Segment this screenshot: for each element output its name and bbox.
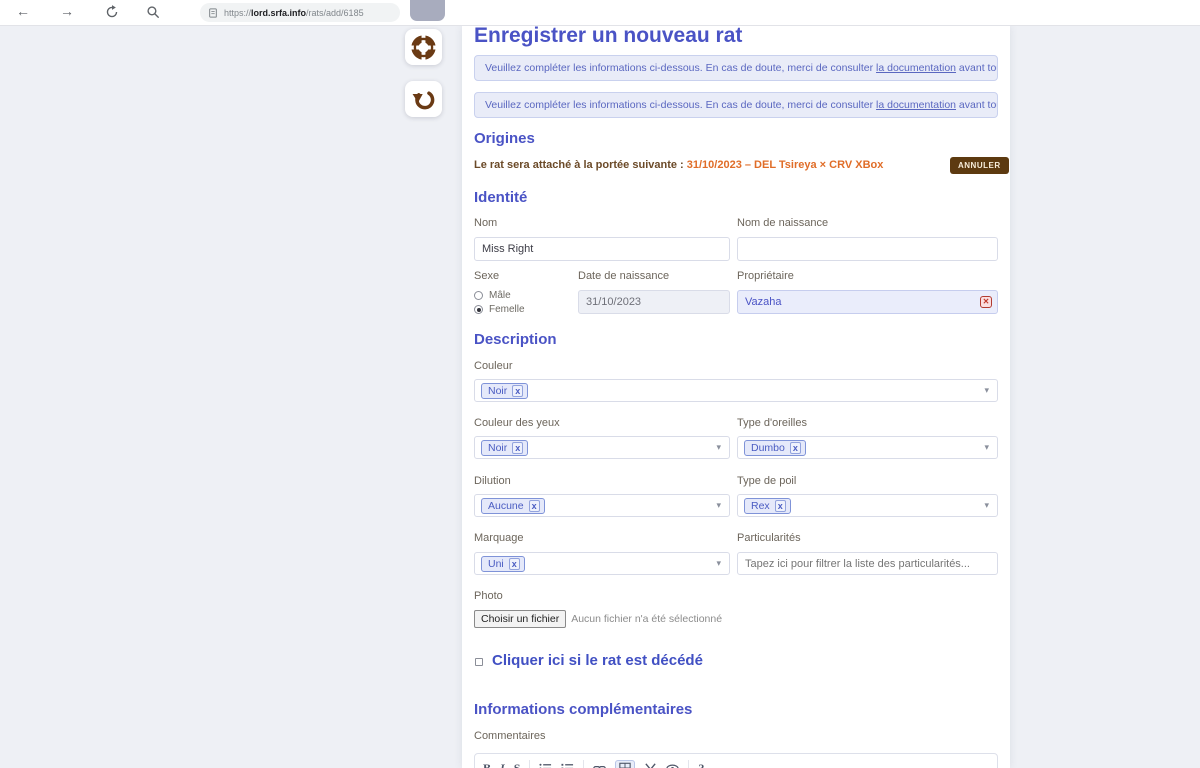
remove-tag-icon[interactable]: x <box>529 500 540 512</box>
litter-info: Le rat sera attaché à la portée suivante… <box>474 159 883 171</box>
bold-icon[interactable]: B <box>483 760 491 768</box>
particularites-input[interactable] <box>737 552 998 575</box>
chevron-down-icon[interactable]: ▾ <box>984 442 989 453</box>
remove-tag-icon[interactable]: x <box>512 442 523 454</box>
nom-naissance-label: Nom de naissance <box>737 217 828 229</box>
radio-femelle-label[interactable]: Femelle <box>489 304 525 315</box>
tag-couleur: Noirx <box>481 383 528 399</box>
italic-icon[interactable]: I <box>500 760 505 768</box>
strikethrough-icon[interactable]: S <box>514 760 521 768</box>
chevron-down-icon[interactable]: ▾ <box>716 500 721 511</box>
unordered-list-icon[interactable] <box>539 760 552 768</box>
file-status: Aucun fichier n'a été sélectionné <box>571 613 722 625</box>
chevron-down-icon[interactable]: ▾ <box>716 442 721 453</box>
browser-back-icon[interactable]: ← <box>16 3 30 19</box>
section-informations-complementaires: Informations complémentaires <box>474 701 692 718</box>
browser-reload-icon[interactable] <box>105 5 119 19</box>
nom-naissance-input[interactable] <box>737 237 998 261</box>
proprietaire-input[interactable] <box>737 290 998 314</box>
remove-owner-icon[interactable]: ✕ <box>980 296 992 308</box>
documentation-link[interactable]: la documentation <box>876 99 956 111</box>
deceased-checkbox[interactable] <box>475 658 483 666</box>
guide-icon[interactable]: ? <box>698 760 704 768</box>
type-poil-label: Type de poil <box>737 475 796 487</box>
couleur-yeux-select[interactable]: Noirx ▾ <box>474 436 730 459</box>
type-oreilles-select[interactable]: Dumbox ▾ <box>737 436 998 459</box>
toolbar-separator <box>583 760 584 768</box>
annuler-button[interactable]: ANNULER <box>950 157 1009 174</box>
partial-overlay-button[interactable] <box>410 0 445 21</box>
tag-dilution: Aucunex <box>481 498 545 514</box>
tag-marquage: Unix <box>481 556 525 572</box>
address-bar[interactable]: https://lord.srfa.info/rats/add/6185 <box>200 3 400 22</box>
documentation-link[interactable]: la documentation <box>876 62 956 74</box>
tag-oreilles: Dumbox <box>744 440 806 456</box>
toolbar-separator <box>688 760 689 768</box>
lifebuoy-icon <box>411 35 436 60</box>
remove-tag-icon[interactable]: x <box>512 385 523 397</box>
info-banner: Veuillez compléter les informations ci-d… <box>474 55 998 81</box>
browser-search-icon[interactable] <box>146 5 160 19</box>
section-identite: Identité <box>474 189 527 206</box>
remove-tag-icon[interactable]: x <box>775 500 786 512</box>
type-oreilles-label: Type d'oreilles <box>737 417 807 429</box>
radio-male-circle[interactable] <box>474 291 483 300</box>
info-banner: Veuillez compléter les informations ci-d… <box>474 92 998 118</box>
sexe-label: Sexe <box>474 270 499 282</box>
section-origines: Origines <box>474 130 535 147</box>
deceased-checkbox-row[interactable]: Cliquer ici si le rat est décédé <box>475 652 703 669</box>
chevron-down-icon[interactable]: ▾ <box>984 500 989 511</box>
tag-yeux: Noirx <box>481 440 528 456</box>
radio-male-label[interactable]: Mâle <box>489 290 511 301</box>
deceased-label[interactable]: Cliquer ici si le rat est décédé <box>492 652 703 669</box>
browser-forward-icon[interactable]: → <box>60 3 74 19</box>
page-title: Enregistrer un nouveau rat <box>474 24 742 48</box>
commentaires-editor-toolbar: B I S ? <box>474 753 998 768</box>
ordered-list-icon[interactable] <box>561 760 574 768</box>
marquage-label: Marquage <box>474 532 524 544</box>
proprietaire-field: ✕ <box>737 290 998 314</box>
go-back-button[interactable] <box>405 81 442 117</box>
marquage-select[interactable]: Unix ▾ <box>474 552 730 575</box>
radio-femelle[interactable]: Femelle <box>474 304 525 315</box>
section-description: Description <box>474 331 557 348</box>
date-naissance-input[interactable] <box>578 290 730 314</box>
page-info-icon[interactable] <box>208 8 218 18</box>
radio-male[interactable]: Mâle <box>474 290 511 301</box>
url-text[interactable]: https://lord.srfa.info/rats/add/6185 <box>224 8 364 18</box>
photo-file-input: Choisir un fichier Aucun fichier n'a été … <box>474 609 722 628</box>
chevron-down-icon[interactable]: ▾ <box>716 558 721 569</box>
remove-tag-icon[interactable]: x <box>790 442 801 454</box>
dilution-select[interactable]: Aucunex ▾ <box>474 494 730 517</box>
remove-tag-icon[interactable]: x <box>509 558 520 570</box>
preview-eye-icon[interactable] <box>666 760 679 768</box>
commentaires-label: Commentaires <box>474 730 546 742</box>
nom-input[interactable] <box>474 237 730 261</box>
proprietaire-label: Propriétaire <box>737 270 794 282</box>
side-by-side-icon[interactable] <box>644 760 657 768</box>
toolbar-separator <box>529 760 530 768</box>
link-icon[interactable] <box>593 760 606 768</box>
nom-label: Nom <box>474 217 497 229</box>
couleur-select[interactable]: Noirx ▾ <box>474 379 998 402</box>
couleur-label: Couleur <box>474 360 513 372</box>
litter-link[interactable]: 31/10/2023 – DEL Tsireya × CRV XBox <box>687 159 884 171</box>
date-naissance-label: Date de naissance <box>578 270 669 282</box>
choose-file-button[interactable]: Choisir un fichier <box>474 610 566 628</box>
browser-toolbar: ← → https://lord.srfa.info/rats/add/6185 <box>0 0 1200 26</box>
chevron-down-icon[interactable]: ▾ <box>984 385 989 396</box>
tag-poil: Rexx <box>744 498 791 514</box>
table-icon[interactable] <box>615 760 635 768</box>
help-button[interactable] <box>405 29 442 65</box>
dilution-label: Dilution <box>474 475 511 487</box>
photo-label: Photo <box>474 590 503 602</box>
couleur-yeux-label: Couleur des yeux <box>474 417 560 429</box>
type-poil-select[interactable]: Rexx ▾ <box>737 494 998 517</box>
undo-arrow-icon <box>411 87 436 112</box>
particularites-label: Particularités <box>737 532 801 544</box>
radio-femelle-circle[interactable] <box>474 305 483 314</box>
litter-label: Le rat sera attaché à la portée suivante… <box>474 159 684 171</box>
